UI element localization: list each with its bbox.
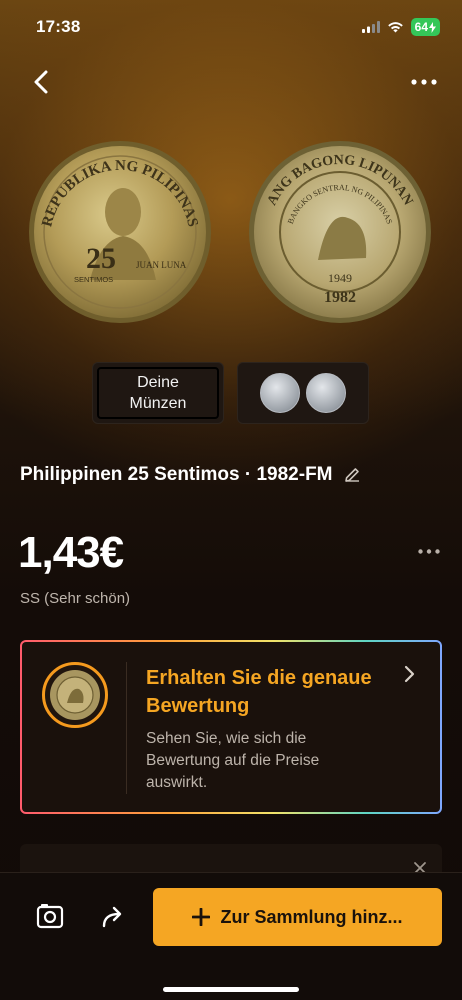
battery-indicator: 64 xyxy=(410,18,440,36)
ellipsis-horizontal-icon xyxy=(418,548,440,554)
reverse-year: 1982 xyxy=(324,289,356,306)
coin-title-row: Philippinen 25 Sentimos · 1982-FM xyxy=(20,464,361,486)
reference-coin-obverse-thumb xyxy=(306,373,346,413)
coin-obverse-image[interactable]: REPUBLIKA NG PILIPINAS 25 SENTIMOS JUAN … xyxy=(28,140,212,324)
valuation-coin-thumbnail xyxy=(42,662,108,728)
obverse-name: JUAN LUNA xyxy=(136,260,187,270)
exact-valuation-card[interactable]: Erhalten Sie die genaue Bewertung Sehen … xyxy=(20,640,442,814)
share-arrow-icon xyxy=(102,906,122,928)
reference-coin-reverse-thumb xyxy=(260,373,300,413)
obverse-denomination: 25 xyxy=(86,242,116,275)
valuation-title: Erhalten Sie die genaue Bewertung xyxy=(146,667,372,717)
camera-icon xyxy=(36,904,64,929)
status-bar: 17:38 64 xyxy=(0,0,462,54)
your-coins-label-frame: Deine Münzen xyxy=(97,367,219,419)
your-coins-label-line2: Münzen xyxy=(129,395,187,412)
price-options-button[interactable] xyxy=(416,543,442,559)
plus-icon xyxy=(192,908,211,926)
add-to-collection-label: Zur Sammlung hinz... xyxy=(220,906,403,927)
coin-price: 1,43€ xyxy=(18,528,124,577)
chevron-left-icon xyxy=(34,70,48,94)
home-indicator xyxy=(163,987,299,992)
camera-button[interactable] xyxy=(33,899,67,933)
add-to-collection-button[interactable]: Zur Sammlung hinz... xyxy=(153,888,442,946)
obverse-unit: SENTIMOS xyxy=(74,275,113,284)
battery-level: 64 xyxy=(414,20,428,34)
ellipsis-horizontal-icon xyxy=(411,79,437,85)
coin-thumbnail-icon xyxy=(50,670,100,720)
chevron-right-icon xyxy=(404,665,415,683)
more-options-button[interactable] xyxy=(408,72,440,92)
your-coins-tab[interactable]: Deine Münzen xyxy=(92,362,224,424)
charging-bolt-icon xyxy=(429,21,436,33)
status-time: 17:38 xyxy=(36,17,81,36)
card-divider xyxy=(126,662,127,794)
coin-reverse-image[interactable]: ANG BAGONG LIPUNAN BANGKO SENTRAL NG PIL… xyxy=(248,140,432,324)
status-icons: 64 xyxy=(361,18,440,36)
valuation-description: Sehen Sie, wie sich die Bewertung auf di… xyxy=(146,730,320,791)
reference-coins-thumbnail[interactable] xyxy=(237,362,369,424)
coin-title: Philippinen 25 Sentimos · 1982-FM xyxy=(20,464,333,485)
reverse-est-year: 1949 xyxy=(328,271,352,285)
exact-valuation-card-body: Erhalten Sie die genaue Bewertung Sehen … xyxy=(22,642,440,812)
bottom-action-bar: Zur Sammlung hinz... xyxy=(0,872,462,1000)
coin-grade: SS (Sehr schön) xyxy=(20,590,131,607)
share-button[interactable] xyxy=(96,899,130,933)
edit-pencil-icon[interactable] xyxy=(343,466,361,484)
wifi-icon xyxy=(387,22,403,33)
signal-icon xyxy=(361,21,380,33)
top-navigation xyxy=(0,62,462,102)
your-coins-label-line1: Deine xyxy=(137,374,179,391)
back-button[interactable] xyxy=(26,66,56,98)
